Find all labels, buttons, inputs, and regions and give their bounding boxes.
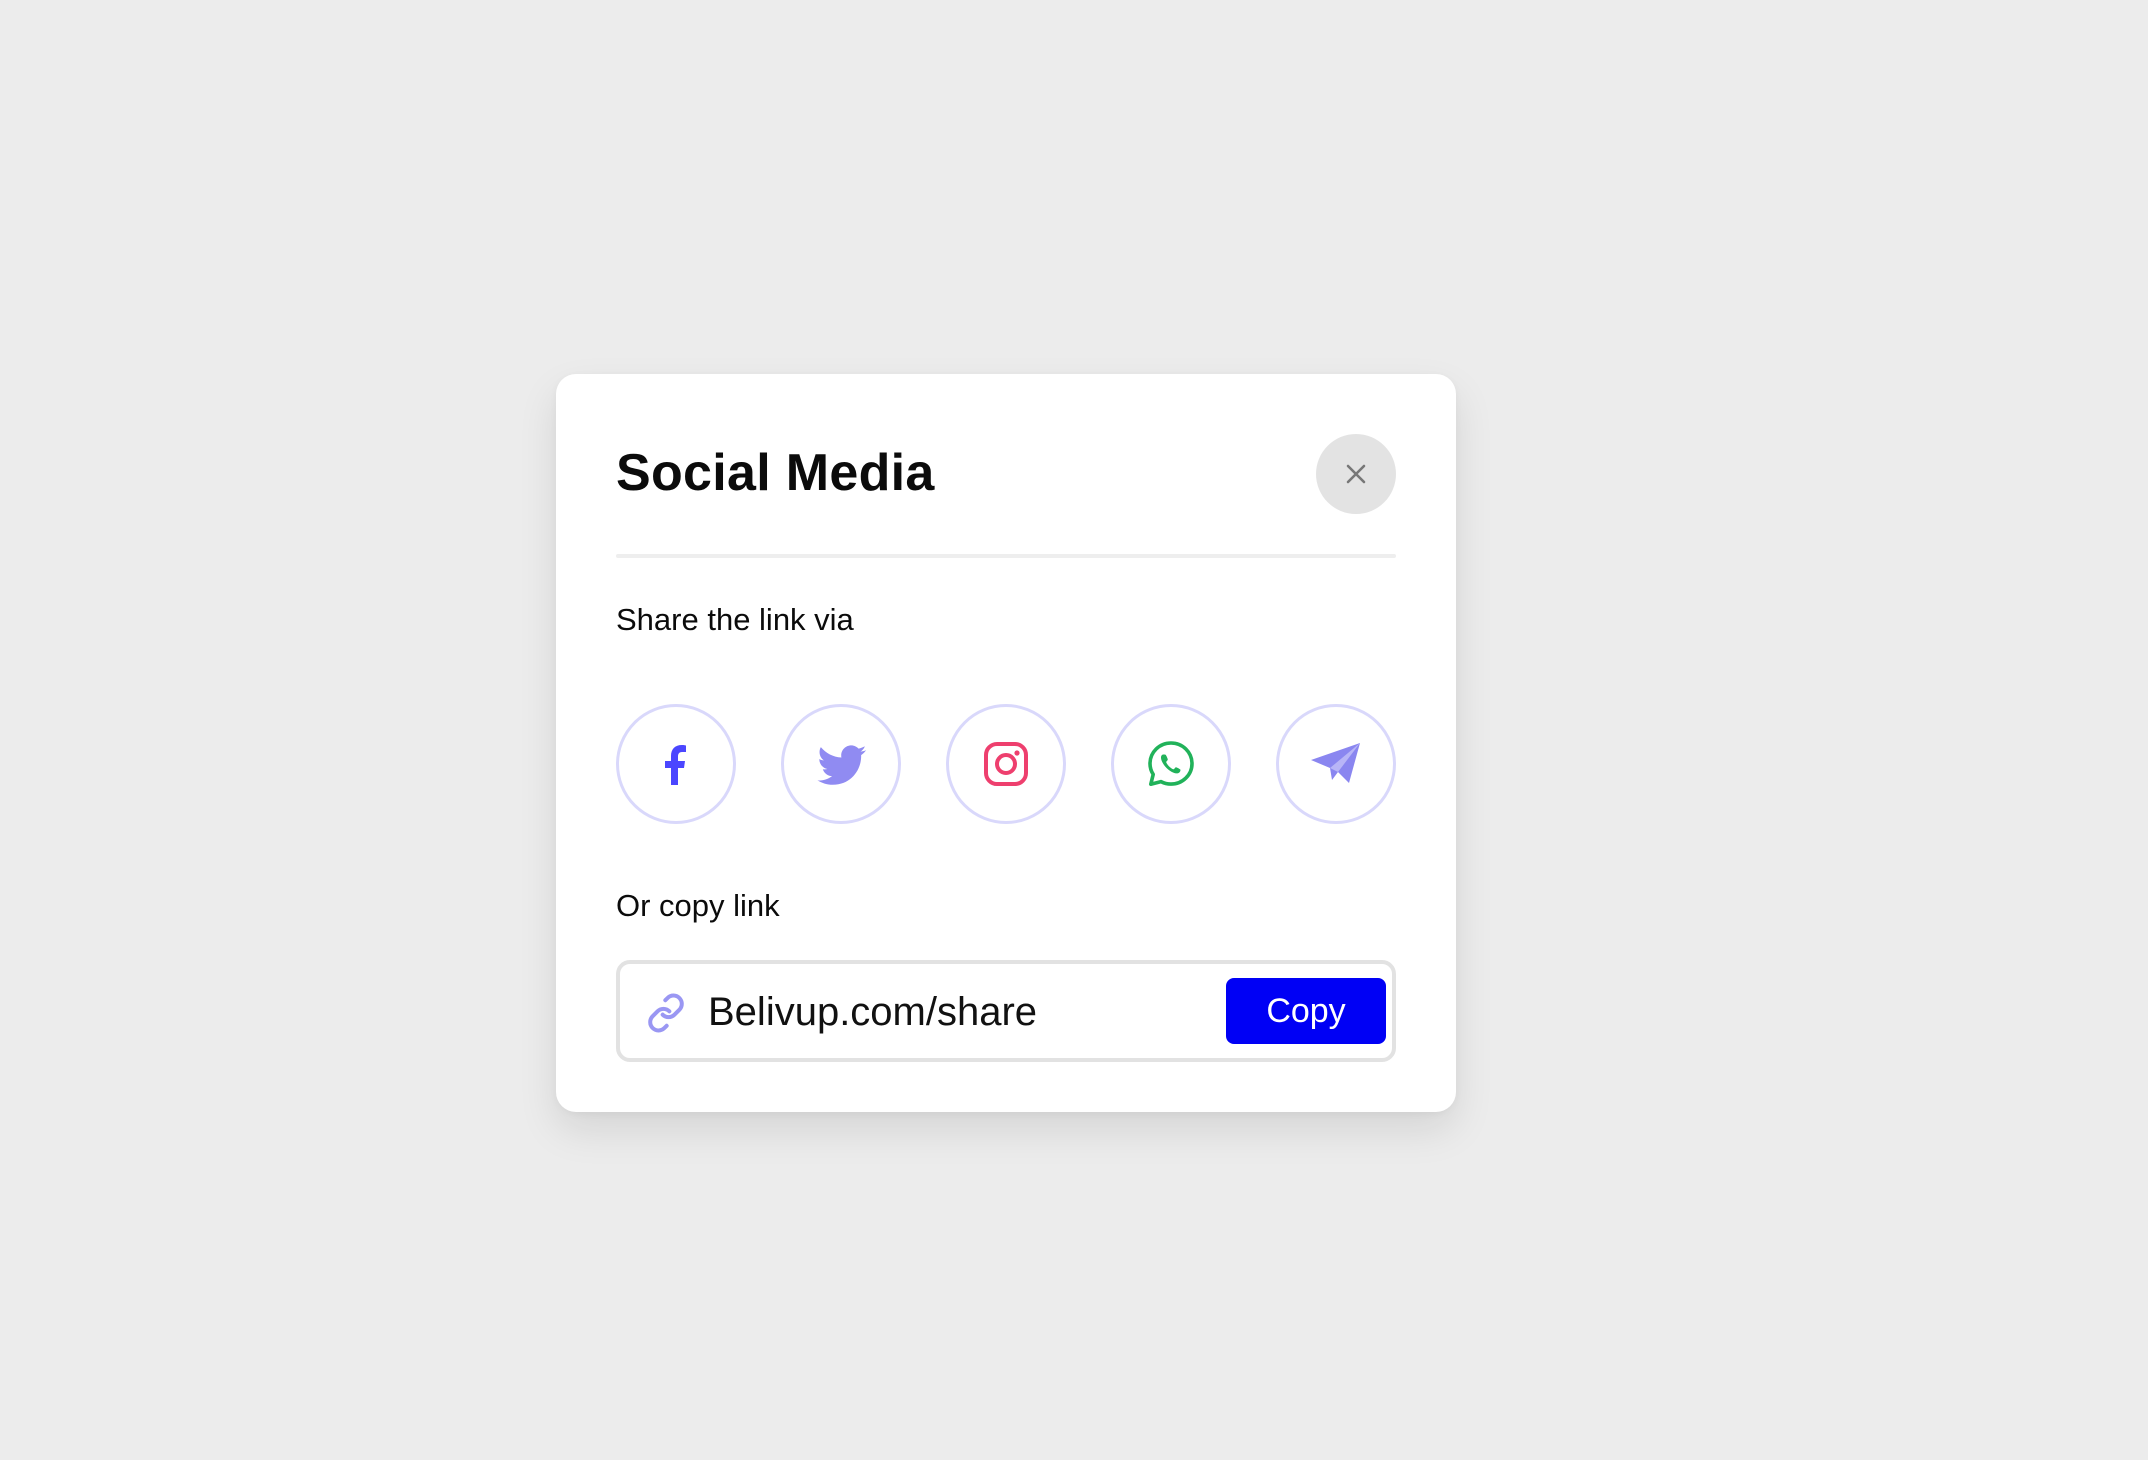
instagram-icon (984, 742, 1028, 786)
copy-button[interactable]: Copy (1226, 978, 1386, 1044)
telegram-button[interactable] (1276, 704, 1396, 824)
facebook-button[interactable] (616, 704, 736, 824)
share-label: Share the link via (616, 602, 854, 637)
telegram-icon (1311, 743, 1360, 783)
facebook-icon (665, 745, 686, 785)
whatsapp-button[interactable] (1111, 704, 1231, 824)
link-field: Copy (616, 960, 1396, 1062)
share-modal: Social Media Share the link via Or copy … (556, 374, 1456, 1112)
close-button[interactable] (1316, 434, 1396, 514)
twitter-button[interactable] (781, 704, 901, 824)
whatsapp-icon (1148, 741, 1194, 786)
social-buttons (616, 704, 1396, 824)
copy-link-label: Or copy link (616, 888, 780, 923)
close-icon (1346, 464, 1366, 484)
twitter-icon (817, 745, 867, 785)
instagram-button[interactable] (946, 704, 1066, 824)
link-icon (648, 993, 684, 1033)
link-input[interactable] (708, 982, 1208, 1042)
modal-title: Social Media (616, 444, 935, 502)
divider (616, 554, 1396, 558)
